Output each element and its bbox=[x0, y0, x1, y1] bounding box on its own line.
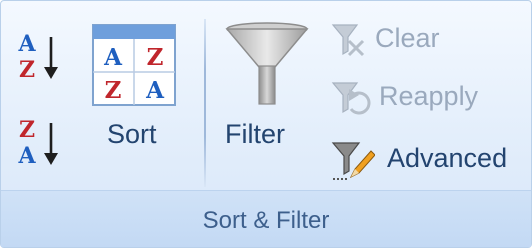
svg-text:Z: Z bbox=[105, 77, 122, 104]
clear-button[interactable]: Clear bbox=[331, 19, 491, 63]
svg-text:A: A bbox=[103, 44, 123, 71]
svg-text:A: A bbox=[145, 77, 165, 104]
reapply-label: Reapply bbox=[379, 81, 479, 111]
sort-descending-icon: Z A bbox=[17, 117, 58, 169]
reapply-filter-icon bbox=[331, 82, 371, 115]
svg-text:A: A bbox=[17, 143, 36, 169]
sort-label: Sort bbox=[107, 119, 157, 149]
sort-dialog-icon: A Z Z A bbox=[92, 24, 176, 106]
sort-filter-ribbon-group: A Z Z A A Z Z A Sort Filter Clear Reappl… bbox=[0, 0, 532, 248]
svg-text:Z: Z bbox=[19, 117, 35, 143]
group-footer: Sort & Filter bbox=[1, 190, 531, 247]
group-separator bbox=[204, 19, 206, 187]
advanced-label: Advanced bbox=[387, 143, 508, 173]
sort-ascending-icon: A Z bbox=[17, 31, 58, 83]
filter-label: Filter bbox=[225, 119, 285, 149]
group-label: Sort & Filter bbox=[202, 207, 330, 234]
svg-text:A: A bbox=[17, 31, 36, 57]
advanced-filter-icon bbox=[331, 142, 375, 180]
filter-button[interactable]: Filter bbox=[223, 15, 315, 185]
clear-label: Clear bbox=[375, 23, 440, 53]
clear-filter-icon bbox=[331, 24, 365, 57]
reapply-button[interactable]: Reapply bbox=[331, 77, 521, 121]
advanced-button[interactable]: Advanced bbox=[331, 137, 527, 185]
svg-text:Z: Z bbox=[147, 44, 164, 71]
funnel-icon bbox=[225, 22, 309, 105]
svg-text:Z: Z bbox=[19, 57, 35, 83]
sort-z-to-a-button[interactable]: Z A bbox=[17, 109, 63, 173]
sort-button[interactable]: A Z Z A Sort bbox=[87, 15, 187, 185]
sort-a-to-z-button[interactable]: A Z bbox=[17, 23, 63, 87]
